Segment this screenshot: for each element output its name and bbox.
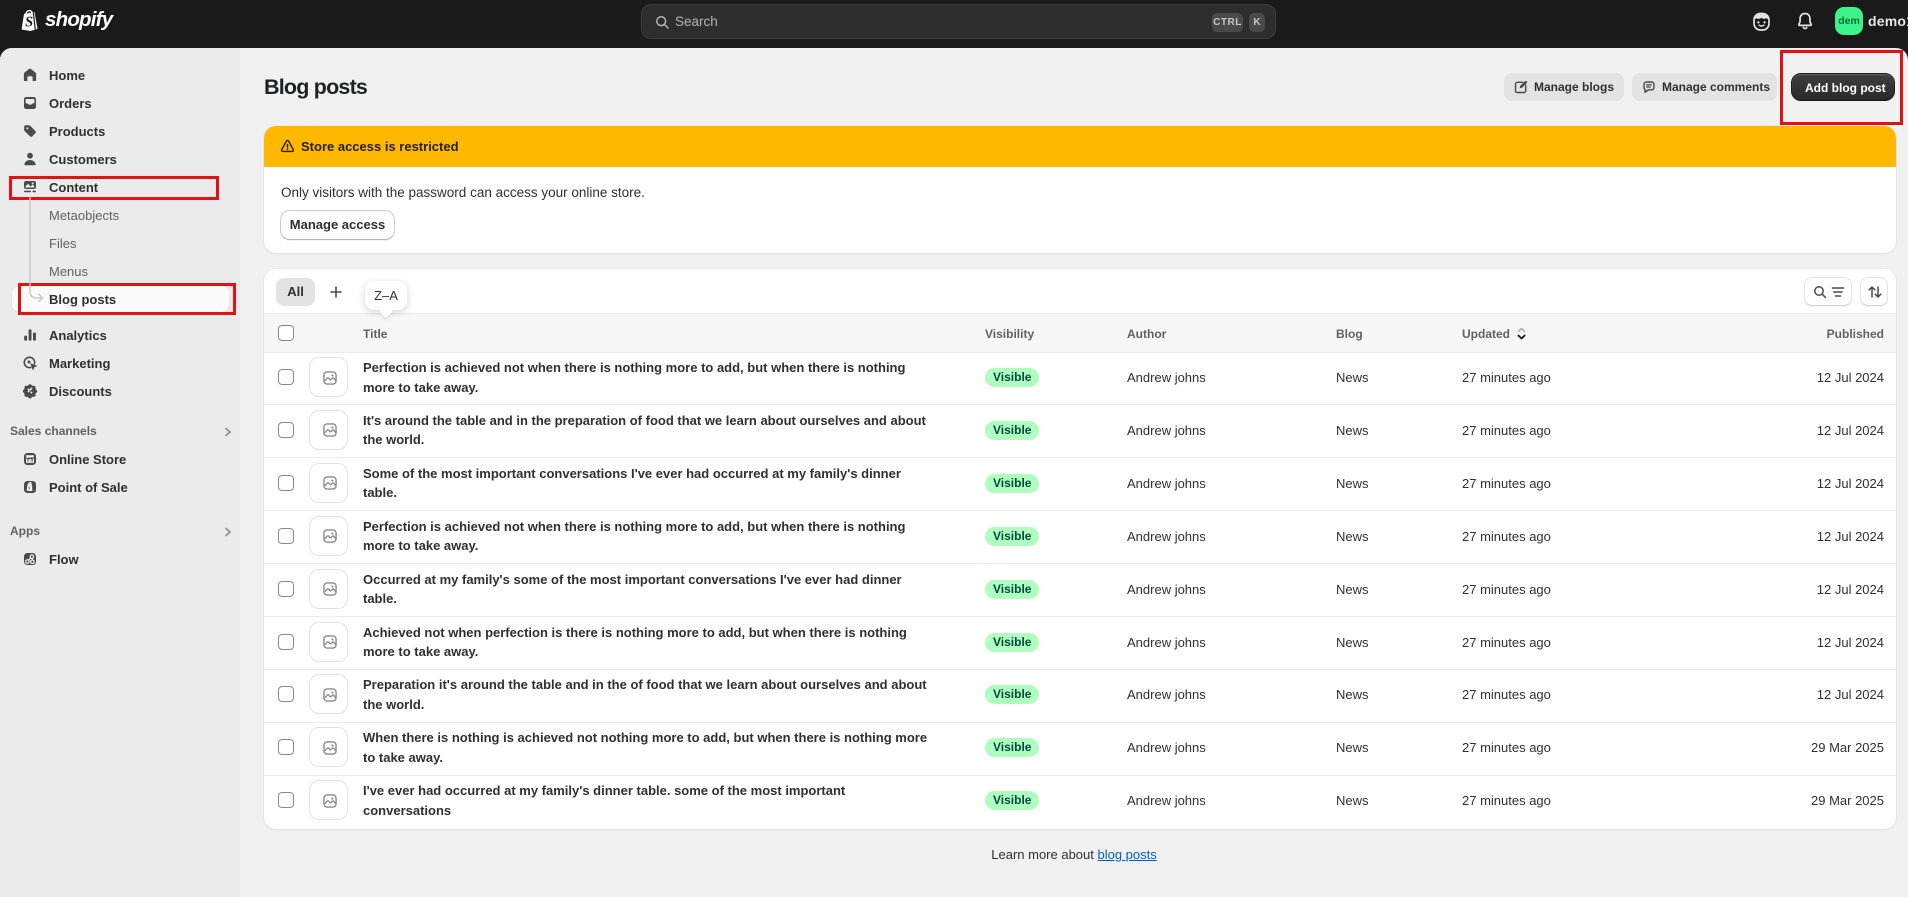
svg-text:S: S [25,14,34,30]
